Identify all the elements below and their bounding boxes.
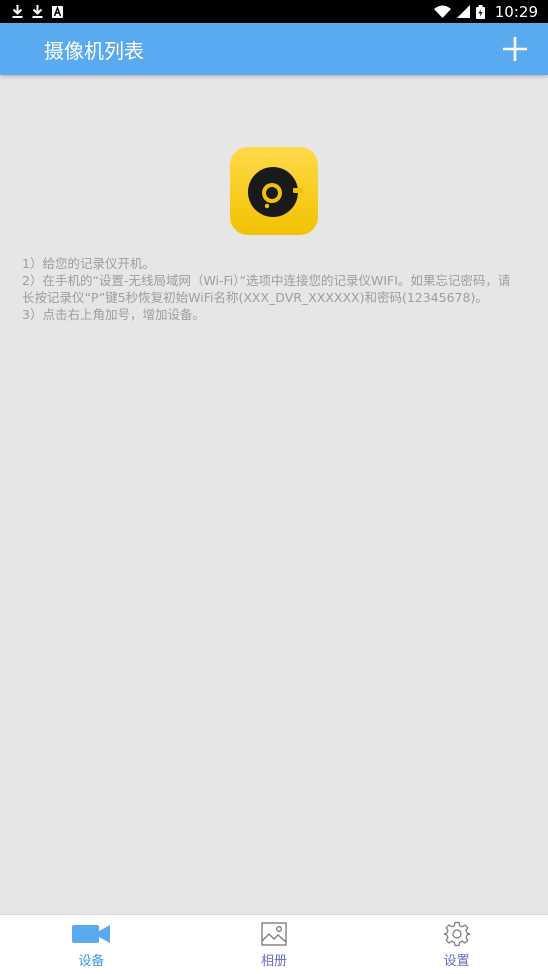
wifi-icon (433, 5, 451, 18)
instruction-step-2: 2）在手机的“设置-无线局域网（Wi-Fi）”选项中连接您的记录仪WIFI。如果… (22, 273, 511, 305)
tab-album-label: 相册 (261, 954, 288, 969)
image-icon (261, 922, 287, 946)
status-bar: 10:29 (0, 0, 548, 23)
tab-devices[interactable]: 设备 (0, 915, 183, 974)
camera-lens-logo (248, 167, 303, 217)
plus-icon (503, 37, 527, 61)
battery-icon (475, 4, 485, 19)
tab-album[interactable]: 相册 (183, 915, 366, 974)
tab-settings[interactable]: 设置 (365, 915, 548, 974)
bottom-tab-bar: 设备 相册 设置 (0, 914, 548, 974)
status-right-icons: 10:29 (433, 2, 538, 21)
notification-a-icon (52, 5, 63, 18)
signal-icon (456, 5, 470, 18)
gear-icon (443, 921, 470, 947)
download-icon (32, 5, 43, 18)
status-left-icons (12, 5, 63, 18)
tab-devices-label: 设备 (78, 954, 105, 969)
app-bar: 摄像机列表 (0, 23, 548, 75)
setup-instructions: 1）给您的记录仪开机。 2）在手机的“设置-无线局域网（Wi-Fi）”选项中连接… (22, 255, 522, 323)
device-list-area: 1）给您的记录仪开机。 2）在手机的“设置-无线局域网（Wi-Fi）”选项中连接… (0, 75, 548, 914)
download-icon (12, 5, 23, 18)
video-camera-icon (72, 925, 111, 943)
tab-settings-label: 设置 (443, 954, 470, 969)
app-logo (230, 147, 318, 235)
add-device-button[interactable] (500, 34, 530, 64)
page-title: 摄像机列表 (44, 38, 144, 63)
instruction-step-3: 3）点击右上角加号，增加设备。 (22, 307, 205, 322)
status-time: 10:29 (494, 2, 538, 21)
instruction-step-1: 1）给您的记录仪开机。 (22, 256, 155, 271)
